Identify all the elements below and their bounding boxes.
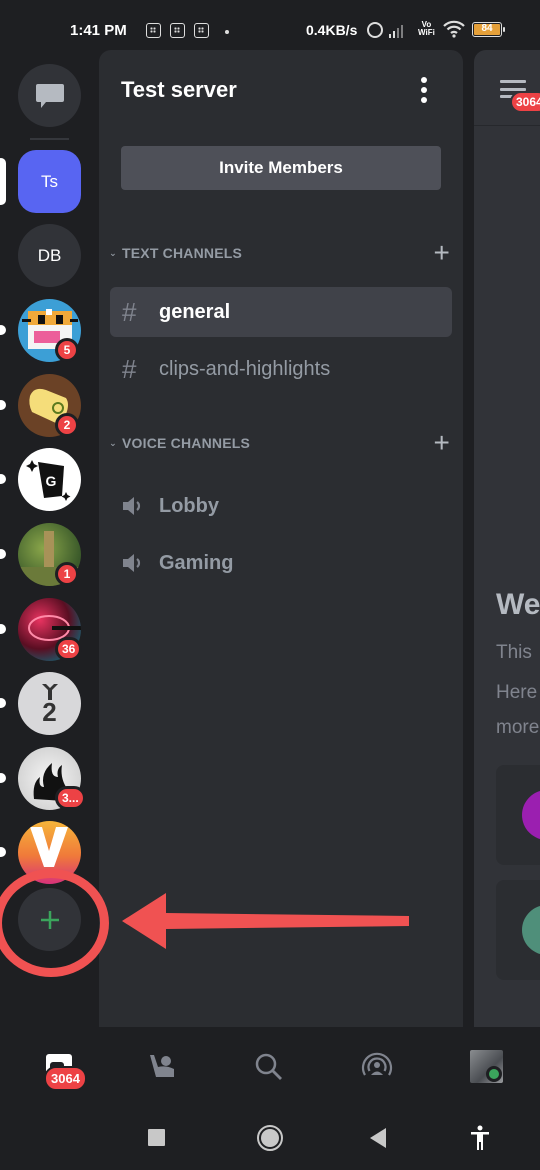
speaker-icon <box>122 552 159 574</box>
server-item[interactable]: 5 <box>0 299 99 362</box>
channel-name: Gaming <box>159 551 234 574</box>
server-icon: Ts <box>18 150 81 213</box>
mention-badge: 5 <box>55 338 79 362</box>
status-time: 1:41 PM <box>70 22 127 39</box>
channel-panel: Test server Invite Members ⌄ TEXT CHANNE… <box>99 50 463 1027</box>
invite-friends-icon <box>522 790 540 840</box>
welcome-text: Here <box>496 682 538 703</box>
add-server-button[interactable] <box>18 888 81 951</box>
chevron-down-icon: ⌄ <box>109 437 117 448</box>
accessibility-button[interactable] <box>470 1125 490 1151</box>
alarm-icon <box>367 22 383 38</box>
speaker-icon <box>122 495 159 517</box>
personalize-icon <box>522 905 540 955</box>
mention-badge: 1 <box>55 562 79 586</box>
v-logo-avatar <box>18 821 81 884</box>
welcome-card-invite[interactable] <box>496 765 540 865</box>
welcome-text: This <box>496 642 532 663</box>
unread-indicator <box>0 474 6 484</box>
channel-general[interactable]: # general <box>110 287 452 337</box>
server-item[interactable]: 2 <box>0 672 99 735</box>
battery-level: 84 <box>474 24 500 35</box>
server-item[interactable]: 2 <box>0 374 99 437</box>
hash-icon: # <box>122 296 137 327</box>
mention-badge: 36 <box>55 637 83 661</box>
signal-icon <box>389 24 403 38</box>
unread-indicator <box>0 698 6 708</box>
channel-gaming[interactable]: Gaming <box>110 538 452 588</box>
status-bar: 1:41 PM 0.4KB/s Vo WiFi 84 <box>0 0 540 50</box>
nav-friends[interactable] <box>140 1045 184 1089</box>
channel-name: clips-and-highlights <box>159 357 331 380</box>
chevron-down-icon: ⌄ <box>109 247 117 258</box>
unread-indicator <box>0 549 6 559</box>
unread-indicator <box>0 773 6 783</box>
unread-indicator <box>0 400 6 410</box>
category-text-channels[interactable]: ⌄ TEXT CHANNELS + <box>105 239 450 267</box>
system-nav-bar <box>0 1105 540 1170</box>
vowifi-icon: Vo WiFi <box>418 20 435 37</box>
channel-name: Lobby <box>159 494 219 517</box>
server-rail: Ts DB 5 2 G 1 36 2 3... <box>0 50 99 1027</box>
server-item[interactable] <box>0 821 99 884</box>
category-voice-channels[interactable]: ⌄ VOICE CHANNELS + <box>105 429 450 457</box>
add-channel-icon[interactable]: + <box>433 429 450 457</box>
welcome-text: more <box>496 717 540 738</box>
plus-icon <box>40 910 59 929</box>
search-icon <box>255 1053 282 1080</box>
category-label: VOICE CHANNELS <box>122 435 251 451</box>
server-title[interactable]: Test server <box>121 77 237 103</box>
welcome-card-personalize[interactable] <box>496 880 540 980</box>
mention-badge: 2 <box>55 413 79 437</box>
destiny-2-avatar: 2 <box>18 672 81 735</box>
svg-text:G: G <box>46 473 57 489</box>
recents-button[interactable] <box>148 1129 165 1146</box>
home-button[interactable] <box>256 1124 284 1152</box>
back-button[interactable] <box>370 1128 388 1148</box>
channel-lobby[interactable]: Lobby <box>110 481 452 531</box>
server-item[interactable]: 36 <box>0 598 99 661</box>
g-logo-avatar: G <box>18 448 81 511</box>
invite-members-button[interactable]: Invite Members <box>121 146 441 190</box>
servers-badge: 3064 <box>44 1066 87 1091</box>
nav-search[interactable] <box>247 1045 291 1089</box>
nav-nitro[interactable] <box>355 1045 399 1089</box>
chat-bubble-icon <box>35 83 64 108</box>
unread-count-badge: 3064 <box>510 91 540 113</box>
server-test-server[interactable]: Ts <box>0 150 99 213</box>
notification-icon <box>194 23 209 38</box>
add-channel-icon[interactable]: + <box>433 239 450 267</box>
hash-icon: # <box>122 353 137 384</box>
mention-badge: 3... <box>55 786 86 810</box>
chat-header: 3064 <box>474 50 540 126</box>
notification-icon <box>170 23 185 38</box>
bottom-nav <box>0 1027 540 1105</box>
unread-indicator <box>0 624 6 634</box>
server-item[interactable]: 3... <box>0 747 99 810</box>
channel-clips-and-highlights[interactable]: # clips-and-highlights <box>110 344 452 394</box>
channel-name: general <box>159 300 231 323</box>
friends-wave-icon <box>150 1055 174 1077</box>
battery-icon: 84 <box>472 22 505 37</box>
welcome-title: We <box>496 588 540 621</box>
unread-indicator <box>0 847 6 857</box>
main-chat-panel[interactable]: 3064 We This Here more <box>474 50 540 1027</box>
category-label: TEXT CHANNELS <box>122 245 243 261</box>
server-item[interactable]: 1 <box>0 523 99 586</box>
wifi-icon <box>443 20 465 38</box>
server-item[interactable]: G <box>0 448 99 511</box>
online-status-icon <box>486 1066 502 1082</box>
server-icon: DB <box>18 224 81 287</box>
notification-icon <box>146 23 161 38</box>
more-notifications-dot-icon <box>225 30 229 34</box>
network-speed: 0.4KB/s <box>306 22 358 38</box>
server-options-icon[interactable] <box>417 77 431 103</box>
broadcast-icon <box>361 1052 393 1076</box>
unread-indicator <box>0 325 6 335</box>
rail-divider <box>30 138 69 140</box>
selected-indicator <box>0 158 6 205</box>
direct-messages-button[interactable] <box>0 64 99 127</box>
server-db[interactable]: DB <box>0 224 99 287</box>
